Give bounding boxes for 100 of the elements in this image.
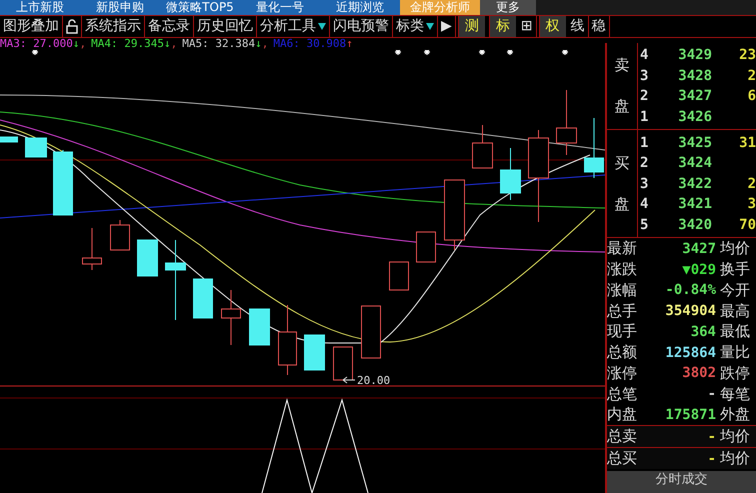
price-label: 20.00 [357, 374, 390, 387]
stat-label: 涨跌 [607, 260, 638, 280]
toolbar-button[interactable]: 稳 [588, 16, 610, 37]
stat-label: 最高 [720, 302, 751, 321]
toolbar-button[interactable]: 系统指示 [82, 16, 145, 37]
trend-arrow: ↓ [255, 38, 262, 50]
moving-average-value: MA3: 27.000 [0, 38, 73, 50]
candlestick [333, 346, 353, 380]
toolbar-toggle[interactable]: 测 [458, 16, 485, 37]
signal-marker-icon [478, 50, 486, 56]
candlestick [584, 118, 604, 178]
stat-label: 总手 [607, 302, 638, 321]
toolbar-button[interactable]: 闪电预警 [330, 16, 393, 37]
tab[interactable]: 新股申购 [80, 0, 160, 15]
toolbar-button[interactable]: 图形叠加 [0, 16, 63, 37]
order-side-label: 卖盘 [614, 55, 630, 118]
stat-value: 125864 [664, 344, 717, 361]
order-level: 2 [639, 88, 650, 104]
candlestick [53, 150, 73, 216]
toolbar-button[interactable]: ▶ [438, 16, 456, 37]
toolbar-button[interactable]: ⊞ [518, 16, 537, 37]
order-volume: 2 [746, 68, 756, 84]
tab[interactable]: 微策略TOP5 [160, 0, 240, 15]
caret-icon [318, 23, 326, 30]
candlestick [249, 308, 270, 346]
candlestick [0, 136, 18, 142]
stat-value: - [706, 386, 717, 402]
order-level: 4 [639, 196, 650, 212]
order-price: 3420 [677, 217, 712, 234]
candlestick [472, 124, 493, 168]
candlestick [389, 262, 409, 290]
stat-label: 量比 [720, 343, 751, 362]
stat-value: -0.84% [664, 282, 717, 298]
candlestick [556, 90, 577, 156]
stat-value: 3427 [681, 240, 717, 257]
stat-value: 364 [690, 324, 717, 340]
panel-tab[interactable]: 分时成交 [607, 470, 756, 493]
stat-label: 外盘 [720, 405, 751, 424]
order-price: 3426 [677, 109, 712, 126]
toolbar-button[interactable]: 备忘录 [145, 16, 194, 37]
tab[interactable]: 量化一号 [240, 0, 320, 15]
moving-average-value: MA5: 32.384 [182, 38, 256, 50]
stat-label: 总卖 [607, 427, 638, 446]
separator: , [79, 38, 86, 50]
stat-label: 现手 [607, 322, 638, 342]
tab[interactable]: 近期浏览 [320, 0, 400, 15]
toolbar-button[interactable]: 线 [568, 16, 589, 37]
order-price: 3429 [677, 47, 712, 64]
stat-label: 换手 [720, 260, 751, 280]
order-price: 3427 [677, 88, 712, 104]
toolbar-button[interactable]: 历史回忆 [194, 16, 257, 37]
order-side-label: 买盘 [614, 152, 630, 215]
stat-value: 3802 [681, 365, 717, 382]
signal-marker-icon [31, 50, 39, 56]
candlestick [82, 228, 102, 270]
candlestick [416, 232, 436, 262]
order-volume: 23 [738, 47, 756, 64]
toolbar-toggle[interactable]: 标 [488, 16, 516, 37]
order-volume: 2 [746, 176, 756, 192]
candlestick [193, 278, 213, 318]
order-volume: 6 [746, 88, 756, 104]
order-volume: 3 [746, 196, 756, 212]
candlestick [221, 290, 241, 346]
stat-label: 均价 [720, 449, 751, 468]
stat-value: 354904 [664, 303, 717, 320]
signal-marker-icon [506, 50, 514, 56]
caret-icon [426, 23, 434, 30]
tab[interactable]: 更多 [480, 0, 536, 15]
trend-arrow: ↑ [346, 38, 353, 50]
stat-value: - [706, 428, 717, 445]
candlestick [304, 334, 325, 370]
toolbar-menu[interactable]: 标类 [393, 16, 438, 37]
stat-label: 跌停 [720, 364, 751, 383]
candlestick [278, 304, 297, 376]
stat-value: 175871 [664, 406, 717, 423]
stat-label: 最低 [720, 322, 751, 342]
signal-marker-icon [561, 50, 569, 56]
order-price: 3424 [677, 155, 712, 172]
order-price: 3421 [677, 196, 712, 212]
order-level: 3 [639, 68, 650, 84]
toolbar-menu[interactable]: 分析工具 [257, 16, 330, 37]
stat-label: 涨停 [607, 364, 638, 383]
stat-label: 总买 [607, 449, 638, 468]
toolbar-toggle[interactable]: 权 [538, 16, 566, 37]
order-volume: 31 [738, 134, 756, 151]
order-volume: 70 [738, 217, 756, 234]
trend-arrow: ↓ [72, 38, 80, 50]
candlestick [110, 220, 130, 250]
separator: , [170, 38, 178, 50]
order-level: 3 [639, 176, 650, 192]
order-price: 3425 [677, 134, 712, 151]
moving-average-value: MA6: 30.908 [273, 38, 346, 50]
order-level: 5 [639, 217, 650, 234]
tab[interactable]: 上市新股 [0, 0, 80, 15]
moving-average-value: MA4: 29.345 [91, 38, 164, 50]
lock-icon [66, 19, 78, 34]
stat-label: 均价 [720, 427, 751, 446]
order-price: 3422 [677, 176, 712, 192]
order-level: 2 [639, 155, 650, 172]
stat-label: 均价 [720, 239, 751, 258]
